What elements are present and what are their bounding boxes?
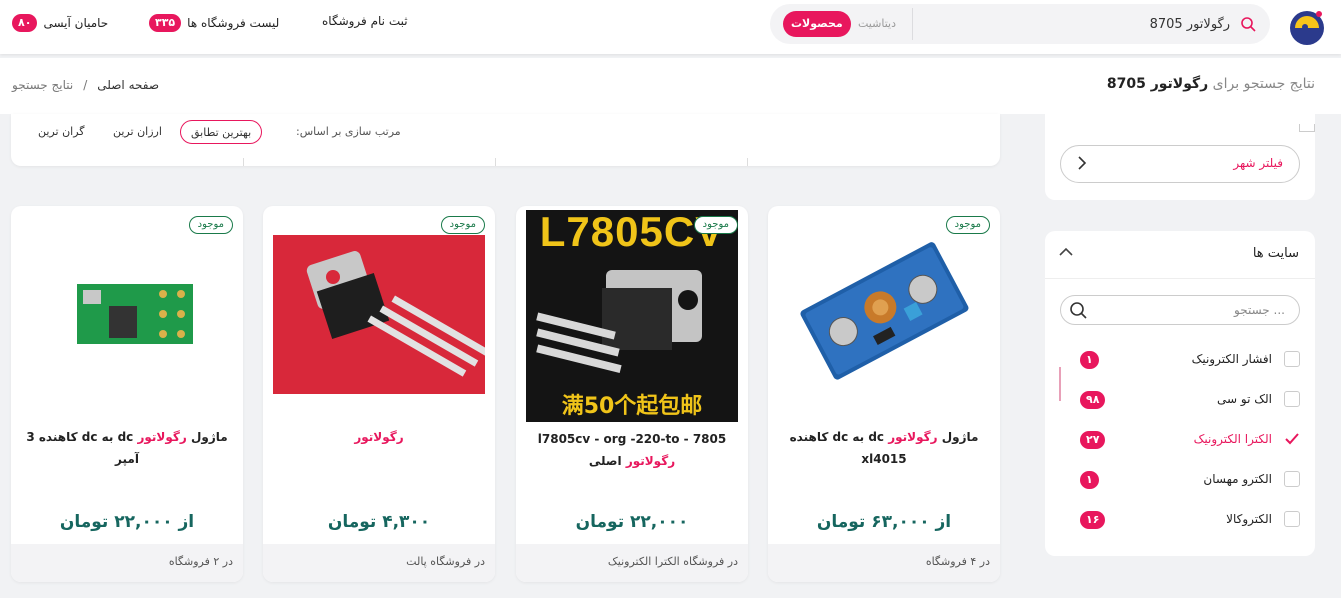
- chevron-right-icon: [1077, 156, 1087, 174]
- search-bar: محصولات دیتاشیت رگولاتور 8705: [770, 4, 1270, 44]
- product-card[interactable]: موجود ماژول رگولاتور dc به dc کاهنده xl4…: [768, 206, 1000, 582]
- product-card[interactable]: موجود رگولاتور ۴,۳۰۰ تومان در فروشگاه پا…: [263, 206, 495, 582]
- site-item-electra[interactable]: الکترا الکترونیک ۲۷: [1060, 425, 1300, 455]
- product-card[interactable]: موجود ماژول رگولاتور dc به dc کاهنده 3 آ…: [11, 206, 243, 582]
- title-text: 7805 - l7805cv - org -220-to: [537, 432, 727, 446]
- title-text: اصلی: [588, 454, 626, 468]
- breadcrumb-home[interactable]: صفحه اصلی: [97, 78, 159, 92]
- title-highlight: رگولاتور: [625, 454, 676, 468]
- results-query: رگولاتور 8705: [1106, 76, 1209, 92]
- breadcrumb: صفحه اصلی / نتایج جستجو: [12, 78, 159, 92]
- product-price: از ۶۳,۰۰۰ تومان: [816, 512, 952, 532]
- shop-info[interactable]: در فروشگاه الکترا الکترونیک: [516, 544, 748, 582]
- sort-best-match[interactable]: بهترین تطابق: [180, 120, 263, 144]
- breadcrumb-separator: /: [83, 78, 88, 92]
- image-caption: 满50个起包邮: [561, 394, 703, 419]
- site-checkbox[interactable]: [1284, 391, 1300, 407]
- nav-shop-list-label: لیست فروشگاه ها: [187, 16, 280, 30]
- sites-search-input[interactable]: جستجو ...: [1060, 295, 1300, 325]
- checkbox-partial: [1299, 124, 1315, 132]
- stock-badge: موجود: [440, 216, 485, 234]
- checkmark-icon[interactable]: [1284, 431, 1300, 447]
- nav-register-shop[interactable]: ثبت نام فروشگاه: [322, 14, 408, 28]
- site-item-elec2c[interactable]: الک تو سی ۹۸: [1060, 385, 1300, 415]
- top-header: محصولات دیتاشیت رگولاتور 8705 ثبت نام فر…: [0, 0, 1341, 54]
- title-highlight: رگولاتور: [354, 430, 404, 444]
- sites-search-placeholder: جستجو ...: [1234, 303, 1285, 317]
- site-name: الکتروکالا: [1226, 512, 1272, 526]
- page-title: نتایج جستجو برای رگولاتور 8705: [1107, 76, 1315, 92]
- site-checkbox[interactable]: [1284, 511, 1300, 527]
- site-name: الک تو سی: [1217, 392, 1272, 406]
- breadcrumb-current: نتایج جستجو: [12, 78, 74, 92]
- site-item-mahsan[interactable]: الکترو مهسان ۱: [1060, 465, 1300, 495]
- results-prefix: نتایج جستجو برای: [1212, 76, 1315, 92]
- product-image[interactable]: [21, 210, 233, 406]
- title-highlight: رگولاتور: [888, 430, 938, 444]
- product-image[interactable]: [778, 210, 990, 406]
- title-highlight: رگولاتور: [137, 430, 187, 444]
- shop-info[interactable]: در ۲ فروشگاه: [11, 544, 243, 582]
- site-name: افشار الکترونیک: [1191, 352, 1272, 366]
- product-price: از ۲۲,۰۰۰ تومان: [59, 512, 195, 532]
- site-checkbox[interactable]: [1284, 351, 1300, 367]
- title-text: dc به dc کاهنده 3 آمپر: [26, 430, 139, 466]
- site-count-badge: ۱: [1080, 471, 1099, 489]
- site-count-badge: ۹۸: [1080, 391, 1106, 409]
- product-title[interactable]: ماژول رگولاتور dc به dc کاهنده xl4015: [782, 426, 986, 470]
- site-count-badge: ۱: [1080, 351, 1099, 369]
- site-item-electrokala[interactable]: الکتروکالا ۱۶: [1060, 505, 1300, 535]
- scope-products-button[interactable]: محصولات: [783, 11, 851, 37]
- site-logo[interactable]: [1285, 6, 1329, 48]
- divider: [912, 8, 913, 40]
- sites-header[interactable]: سایت ها: [1045, 231, 1315, 279]
- nav-sponsors-label: حامیان آیسی: [43, 16, 109, 30]
- shop-info[interactable]: در ۴ فروشگاه: [768, 544, 1000, 582]
- product-price: ۲۲,۰۰۰ تومان: [575, 512, 689, 532]
- sort-most-expensive[interactable]: گران ترین: [28, 120, 95, 144]
- sites-title: سایت ها: [1252, 246, 1299, 261]
- site-count-badge: ۱۶: [1080, 511, 1106, 529]
- shop-text: در فروشگاه الکترا الکترونیک: [607, 555, 738, 568]
- shop-text: در ۴ فروشگاه: [925, 555, 990, 568]
- title-text: ماژول: [937, 430, 979, 444]
- city-filter-button[interactable]: فیلتر شهر: [1060, 145, 1300, 183]
- city-filter-label: فیلتر شهر: [1233, 156, 1283, 170]
- sort-cheapest[interactable]: ارزان ترین: [103, 120, 172, 144]
- shop-info[interactable]: در فروشگاه پالت: [263, 544, 495, 582]
- sort-label: مرتب سازی بر اساس:: [296, 125, 401, 138]
- product-image[interactable]: [273, 235, 491, 394]
- sites-filter-panel: سایت ها جستجو ... افشار الکترونیک ۱ الک …: [1045, 231, 1315, 556]
- shop-text: در فروشگاه پالت: [406, 555, 485, 568]
- sort-panel: مرتب سازی بر اساس: بهترین تطابق ارزان تر…: [11, 114, 1000, 166]
- product-card[interactable]: موجود L7805CV 满50个起包邮 7805 - l7805cv - o…: [516, 206, 748, 582]
- nav-sponsors[interactable]: حامیان آیسی ۸۰: [12, 14, 108, 32]
- nav-register-shop-label: ثبت نام فروشگاه: [322, 14, 408, 28]
- chevron-up-icon[interactable]: [1059, 245, 1073, 261]
- site-name: الکترا الکترونیک: [1193, 432, 1272, 446]
- site-name: الکترو مهسان: [1203, 472, 1272, 486]
- product-image[interactable]: L7805CV 满50个起包邮: [526, 208, 738, 422]
- sponsor-count-badge: ۸۰: [12, 14, 38, 32]
- search-icon: [1069, 301, 1087, 319]
- product-price: ۴,۳۰۰ تومان: [327, 512, 431, 532]
- product-title[interactable]: رگولاتور: [277, 426, 481, 448]
- product-title[interactable]: 7805 - l7805cv - org -220-to رگولاتور اص…: [530, 428, 734, 472]
- search-query-text: رگولاتور 8705: [1149, 16, 1230, 32]
- nav-shop-list[interactable]: لیست فروشگاه ها ۳۳۵: [149, 14, 279, 32]
- title-text: ماژول: [186, 430, 228, 444]
- scope-datasheet-button[interactable]: دیتاشیت: [850, 11, 904, 37]
- site-count-badge: ۲۷: [1080, 431, 1106, 449]
- product-title[interactable]: ماژول رگولاتور dc به dc کاهنده 3 آمپر: [25, 426, 229, 470]
- site-item-afshar[interactable]: افشار الکترونیک ۱: [1060, 345, 1300, 375]
- search-input[interactable]: رگولاتور 8705: [914, 4, 1270, 44]
- shop-count-badge: ۳۳۵: [149, 14, 182, 32]
- stock-badge: موجود: [693, 216, 738, 234]
- site-checkbox[interactable]: [1284, 471, 1300, 487]
- stock-badge: موجود: [188, 216, 233, 234]
- search-icon: [1241, 17, 1256, 32]
- shop-text: در ۲ فروشگاه: [168, 555, 233, 568]
- stock-badge: موجود: [945, 216, 990, 234]
